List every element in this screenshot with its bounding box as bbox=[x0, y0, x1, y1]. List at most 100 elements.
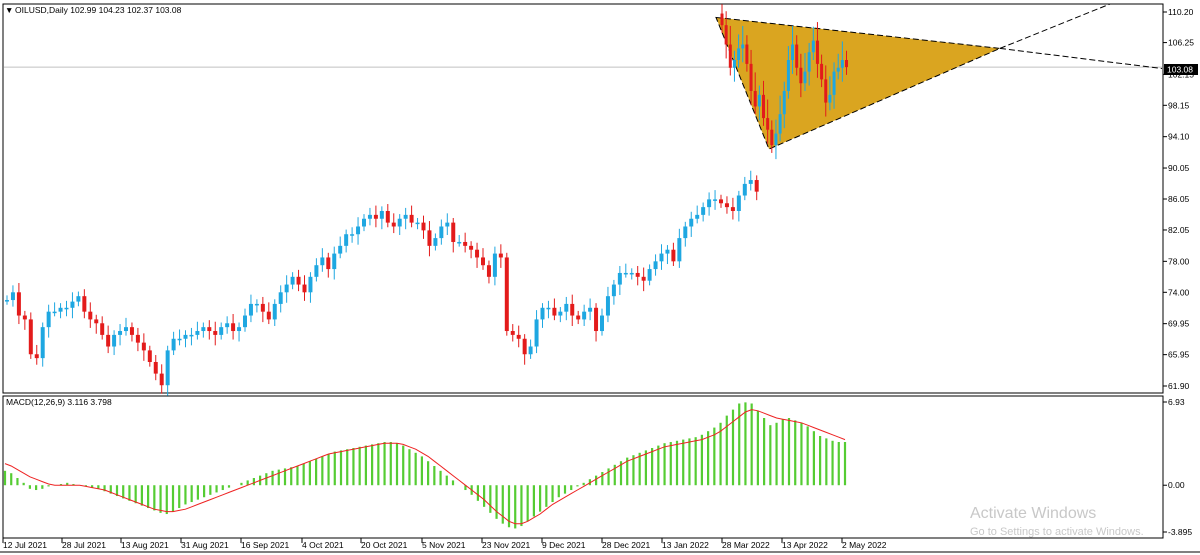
candle-body bbox=[546, 307, 551, 310]
candle-body bbox=[344, 234, 349, 246]
candle-body bbox=[106, 334, 111, 347]
candle-body bbox=[445, 222, 450, 227]
watermark-title: Activate Windows bbox=[970, 505, 1096, 522]
candle-body bbox=[629, 272, 634, 275]
macd-label: MACD(12,26,9) 3.116 3.798 bbox=[6, 397, 112, 407]
candle-body bbox=[147, 350, 152, 362]
y-tick-label: 78.00 bbox=[1168, 256, 1190, 266]
candle-body bbox=[201, 327, 206, 332]
candle-body bbox=[534, 319, 539, 347]
candle-body bbox=[528, 346, 533, 355]
candle-body bbox=[600, 315, 604, 332]
candle-body bbox=[451, 222, 456, 242]
x-tick-label: 28 Jul 2021 bbox=[62, 540, 106, 550]
candle-body bbox=[799, 67, 803, 84]
candle-body bbox=[141, 342, 146, 351]
candle-body bbox=[308, 276, 313, 293]
candle-body bbox=[135, 334, 140, 343]
candle-body bbox=[367, 214, 372, 219]
candle-body bbox=[762, 94, 765, 119]
candle-body bbox=[486, 265, 491, 277]
macd-axis: 6.93 0.00 -3.895 bbox=[1163, 397, 1192, 537]
candle-body bbox=[427, 230, 432, 246]
candle-body bbox=[10, 292, 15, 301]
candle-body bbox=[774, 133, 778, 146]
candle-body bbox=[807, 52, 811, 72]
y-tick-label: 86.05 bbox=[1168, 194, 1190, 204]
candle-body bbox=[558, 311, 563, 316]
candle-body bbox=[671, 249, 676, 262]
candle-body bbox=[754, 180, 759, 192]
candle-body bbox=[481, 257, 485, 266]
candle-body bbox=[76, 296, 81, 302]
candle-body bbox=[737, 48, 741, 61]
candle-body bbox=[647, 269, 652, 281]
x-tick-label: 13 Jan 2022 bbox=[662, 540, 709, 550]
y-tick-label: 110.20 bbox=[1168, 7, 1194, 17]
candle-body bbox=[552, 307, 557, 316]
x-tick-label: 2 May 2022 bbox=[842, 540, 887, 550]
candle-body bbox=[659, 253, 664, 262]
price-panel-frame bbox=[2, 3, 1164, 394]
candle-body bbox=[112, 334, 117, 347]
candle-body bbox=[582, 311, 587, 320]
candle-body bbox=[40, 327, 45, 359]
candle-body bbox=[457, 241, 462, 244]
candle-body bbox=[786, 60, 790, 91]
candle-body bbox=[828, 94, 832, 103]
symbol-dropdown-icon[interactable]: ▼ bbox=[5, 5, 13, 15]
x-tick-label: 28 Dec 2021 bbox=[602, 540, 650, 550]
macd-tick-label: 6.93 bbox=[1168, 397, 1185, 407]
candle-body bbox=[189, 334, 194, 337]
candle-body bbox=[272, 303, 277, 320]
candle-body bbox=[88, 311, 93, 320]
candle-body bbox=[58, 307, 63, 312]
candle-body bbox=[64, 307, 69, 310]
candle-body bbox=[815, 40, 819, 64]
candle-body bbox=[732, 60, 736, 68]
candle-body bbox=[195, 331, 200, 335]
candle-body bbox=[237, 327, 242, 332]
x-tick-label: 23 Nov 2021 bbox=[482, 540, 530, 550]
y-tick-label: 90.05 bbox=[1168, 163, 1190, 173]
candle-body bbox=[588, 307, 593, 312]
symbol-info: OILUSD,Daily 102.99 104.23 102.37 103.08 bbox=[15, 5, 182, 15]
candle-body bbox=[689, 218, 694, 227]
candle-body bbox=[94, 319, 99, 324]
candle-body bbox=[290, 276, 295, 285]
y-tick-label: 61.90 bbox=[1168, 381, 1190, 391]
watermark-subtitle: Go to Settings to activate Windows. bbox=[970, 526, 1144, 538]
candle-body bbox=[5, 300, 9, 302]
candle-body bbox=[695, 214, 700, 219]
candle-body bbox=[845, 60, 848, 68]
candle-body bbox=[770, 129, 774, 146]
candle-body bbox=[840, 60, 844, 68]
candle-body bbox=[219, 327, 224, 335]
candle-body bbox=[677, 238, 682, 262]
candle-body bbox=[617, 272, 622, 285]
candle-body bbox=[421, 222, 426, 231]
candle-body bbox=[171, 338, 176, 351]
candle-body bbox=[52, 311, 57, 314]
candle-body bbox=[100, 323, 105, 335]
candle-body bbox=[635, 272, 640, 277]
candle-body bbox=[641, 276, 646, 281]
candle-body bbox=[46, 311, 51, 328]
candle-body bbox=[724, 203, 729, 208]
candle-body bbox=[153, 361, 158, 374]
candle-body bbox=[564, 303, 569, 312]
candle-body bbox=[159, 373, 164, 386]
candle-body bbox=[742, 183, 747, 196]
candle-body bbox=[326, 257, 331, 270]
candle-body bbox=[332, 253, 337, 270]
candle-body bbox=[350, 234, 355, 236]
candle-body bbox=[611, 284, 616, 297]
x-tick-label: 28 Mar 2022 bbox=[722, 540, 770, 550]
candle-body bbox=[522, 338, 527, 355]
candle-body bbox=[605, 296, 610, 316]
candle-body bbox=[720, 13, 724, 26]
candle-body bbox=[836, 67, 840, 72]
candle-body bbox=[213, 331, 218, 335]
candle-body bbox=[475, 249, 480, 258]
candle-body bbox=[463, 241, 468, 246]
